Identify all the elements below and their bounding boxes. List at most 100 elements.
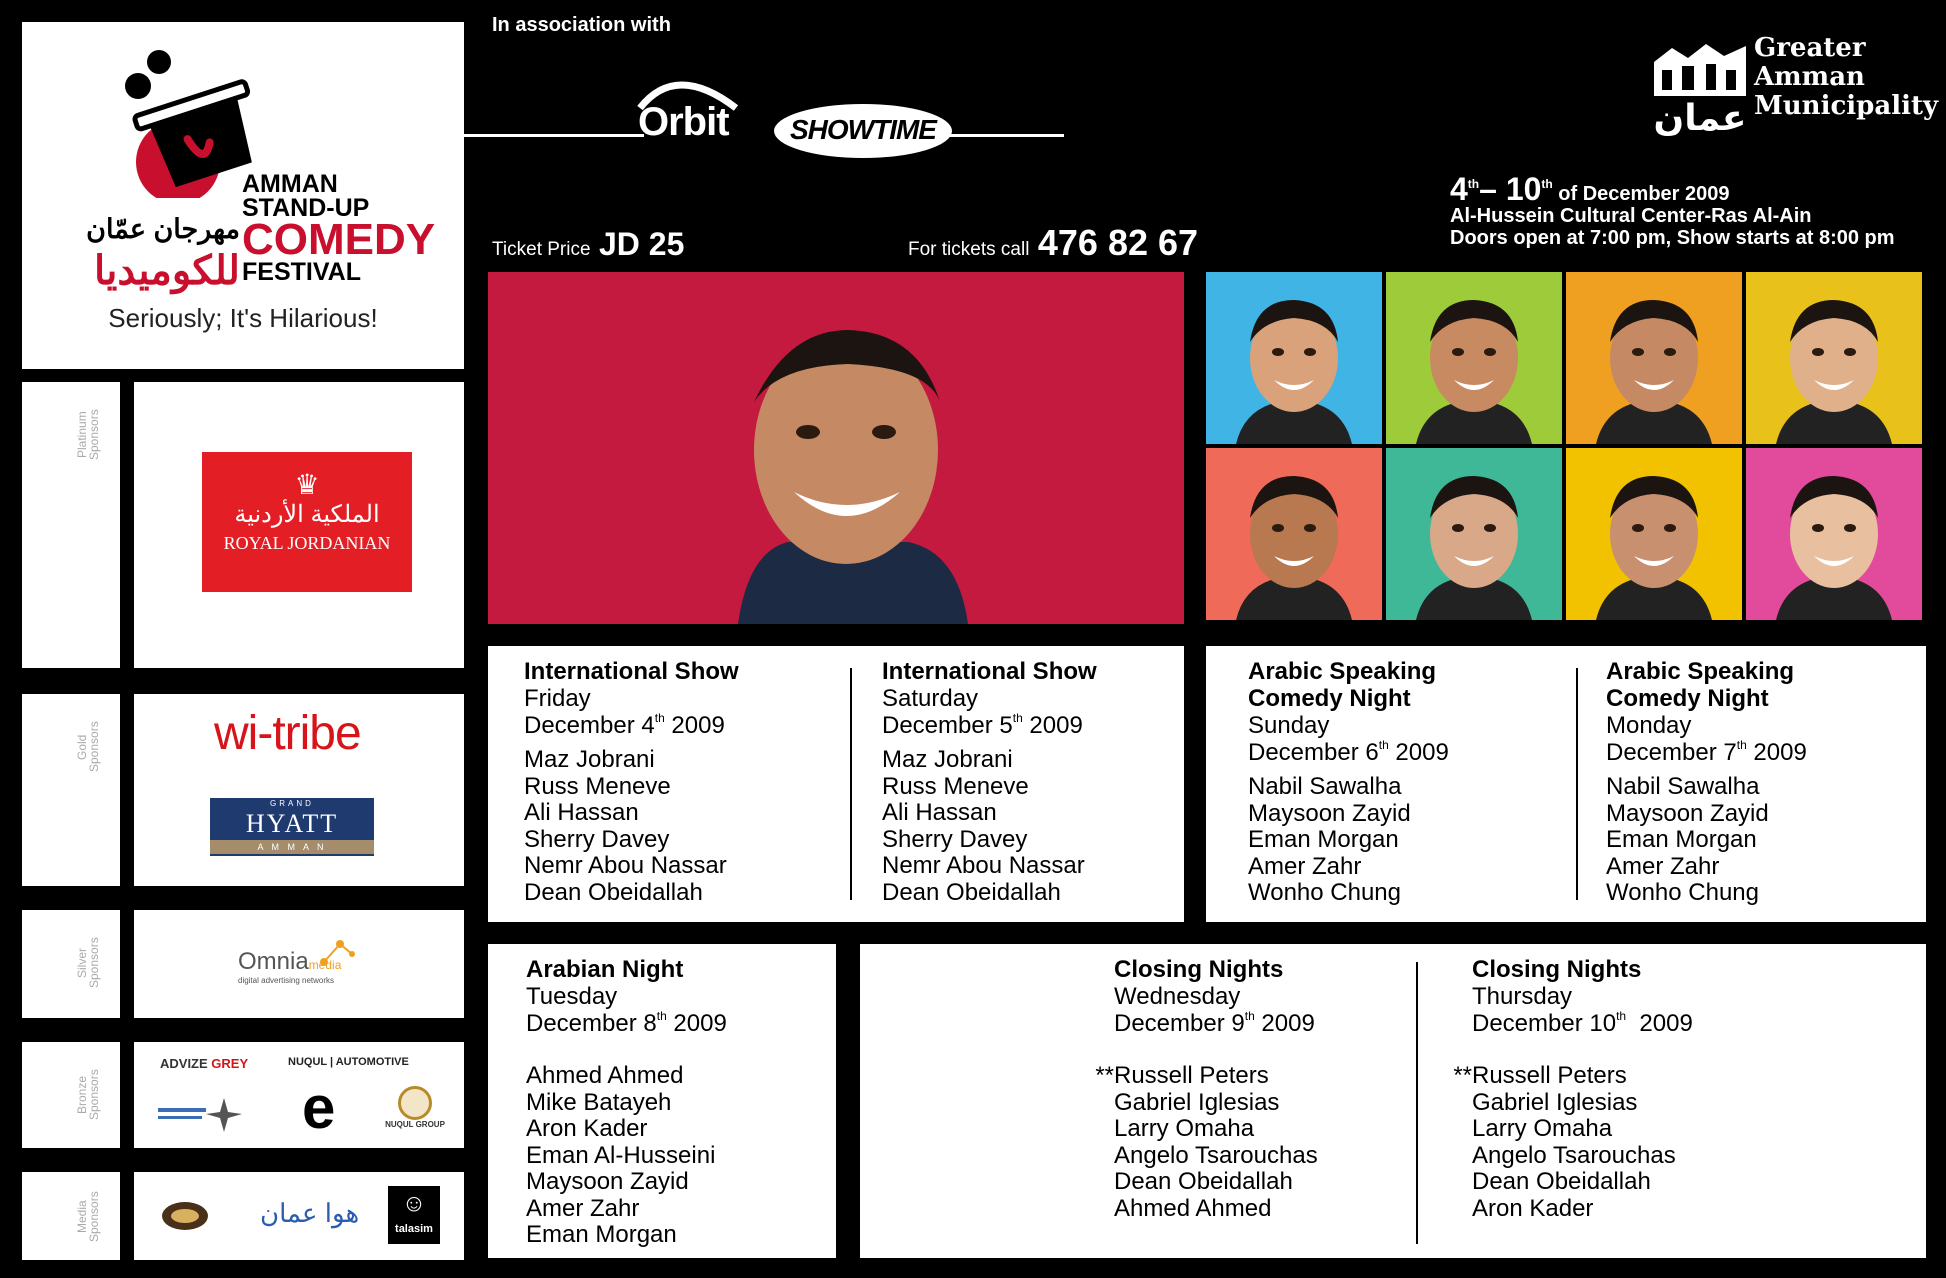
performer-list: Nabil Sawalha Maysoon Zayid Eman Morgan … (1606, 773, 1807, 907)
hyatt-logo: GRAND HYATT A M M A N (210, 798, 374, 856)
show-arabian-tuesday: Arabian Night Tuesday December 8th 2009 Ah… (526, 956, 727, 1249)
hero-comedian-photo (488, 272, 1184, 624)
performer-name: Eman Morgan (1606, 826, 1757, 853)
nuqul-automotive-logo: NUQUL | AUTOMOTIVE (288, 1056, 409, 1068)
performer-name: Dean Obeidallah (882, 878, 1061, 906)
performer-name: Maysoon Zayid (1606, 799, 1769, 827)
show-international-friday: International Show Friday December 4th 200… (524, 658, 739, 906)
performer-name: Nabil Sawalha (1606, 773, 1760, 800)
gold-sponsors-label: Gold Sponsors (75, 721, 101, 773)
event-date-rest: of December 2009 (1552, 183, 1730, 205)
silver-logo-box: Omniamedia digital advertising networks (134, 910, 464, 1018)
performer-list: Ahmed Ahmed Mike Batayeh Aron Kader Eman… (526, 1062, 727, 1249)
municipality-emblem-text: عمان (1654, 98, 1747, 138)
show-date: December 10th 2009 (1472, 1009, 1693, 1037)
bronze-sponsors-label: Bronze Sponsors (75, 1069, 101, 1121)
arabic-shows-box: Arabic Speaking Comedy Night Sunday Decembe… (1206, 646, 1926, 922)
performer-name: Gabriel Iglesias (1472, 1088, 1638, 1116)
performer-name: Eman Morgan (1248, 826, 1399, 853)
media-label-box: Media Sponsors (22, 1172, 120, 1260)
event-date-start-sup: th (1467, 177, 1480, 191)
comedian-portrait-image (1566, 272, 1742, 444)
show-day: Sunday (1248, 712, 1330, 739)
performer-name: Wonho Chung (1248, 879, 1401, 906)
performer-name: Ahmed Ahmed (526, 1062, 684, 1089)
performer-name: Larry Omaha (1114, 1115, 1255, 1142)
performer-name-headliner: **Russell Peters (1453, 1062, 1693, 1090)
royal-jordanian-arabic: الملكية الأردنية (234, 501, 380, 528)
closing-nights-box: Closing Nights Wednesday December 9th 2009… (860, 944, 1926, 1258)
advize-grey-logo: ADVIZE GREY (160, 1056, 248, 1071)
performer-name: Dean Obeidallah (1114, 1168, 1293, 1195)
show-date: December 7th 2009 (1606, 738, 1807, 766)
show-day: Monday (1606, 712, 1692, 739)
headliner-marker: ** (1453, 1062, 1472, 1089)
gold-logo-box: wi-tribe GRAND HYATT A M M A N (134, 694, 464, 886)
column-divider (1416, 962, 1418, 1244)
performer-name: Mike Batayeh (526, 1088, 672, 1116)
comedian-photo-grid (1206, 272, 1926, 624)
show-title: Closing Nights (1472, 956, 1642, 983)
ticket-phone-label: For tickets call (908, 239, 1030, 260)
ticket-price: Ticket Price JD 25 (492, 226, 684, 263)
hyatt-amman-text: A M M A N (210, 840, 374, 854)
show-date: December 8th 2009 (526, 1009, 727, 1037)
ticket-phone-number: 476 82 67 (1037, 222, 1199, 263)
hyatt-name-text: HYATT (245, 809, 339, 838)
performer-list: **Russell Peters Gabriel Iglesias Larry … (1095, 1062, 1317, 1222)
logo-title: AMMAN STAND-UP COMEDY FESTIVAL (242, 172, 435, 285)
nuqul-group-logo: NUQUL GROUP (380, 1086, 450, 1129)
show-date: December 9th 2009 (1114, 1009, 1315, 1037)
bronze-logo-box: ADVIZE GREY NUQUL | AUTOMOTIVE e NUQUL G… (134, 1042, 464, 1148)
column-divider (850, 668, 852, 900)
burst-logo-icon (158, 1098, 242, 1132)
performer-name: Maz Jobrani (524, 746, 655, 773)
ticket-phone: For tickets call 476 82 67 (908, 222, 1198, 264)
show-arabic-sunday: Arabic Speaking Comedy Night Sunday Decembe… (1248, 658, 1449, 907)
event-date-start: 4 (1450, 171, 1468, 207)
show-date: December 6th 2009 (1248, 738, 1449, 766)
performer-name: Aron Kader (1472, 1194, 1594, 1222)
performer-name: Ali Hassan (882, 799, 997, 826)
platinum-logo-box: ♛ الملكية الأردنية ROYAL JORDANIAN (134, 382, 464, 668)
arabian-night-box: Arabian Night Tuesday December 8th 2009 Ah… (488, 944, 836, 1258)
municipality-line-1: Greater (1754, 33, 1866, 63)
royal-jordanian-english: ROYAL JORDANIAN (223, 533, 391, 553)
bronze-label-box: Bronze Sponsors (22, 1042, 120, 1148)
logo-arabic-line-2: للكوميديا (94, 249, 240, 293)
show-date: December 4th 2009 (524, 711, 725, 739)
show-day: Thursday (1472, 983, 1573, 1010)
performer-name: Amer Zahr (526, 1194, 640, 1222)
show-closing-thursday: Closing Nights Thursday December 10th 2009… (1453, 956, 1693, 1222)
event-date-end-sup: th (1541, 177, 1553, 191)
show-title-line-1: Arabic Speaking (1606, 658, 1795, 685)
show-title: International Show (524, 658, 739, 685)
nuqul-group-emblem-icon (398, 1086, 432, 1120)
logo-arabic-line-1: مهرجان عمّان (86, 214, 240, 244)
royal-jordanian-logo: ♛ الملكية الأردنية ROYAL JORDANIAN (202, 452, 412, 592)
festival-logo-box: AMMAN STAND-UP COMEDY FESTIVAL مهرجان عم… (22, 22, 464, 369)
show-title: International Show (882, 658, 1097, 685)
performer-name: Eman Al-Husseini (526, 1141, 716, 1169)
show-title: Arabian Night (526, 956, 684, 983)
event-date-end: 10 (1505, 171, 1542, 207)
comedian-portrait-image (1746, 272, 1922, 444)
show-title-line-2: Comedy Night (1606, 685, 1769, 712)
performer-name: Ahmed Ahmed (1114, 1194, 1272, 1222)
comedian-portrait-image (1566, 448, 1742, 620)
column-divider (1576, 668, 1578, 900)
event-date-dash: – (1479, 171, 1506, 207)
headliner-marker: ** (1095, 1062, 1114, 1089)
performer-name: Dean Obeidallah (1472, 1168, 1651, 1195)
orbit-logo: Orbit (626, 68, 746, 148)
municipality-emblem-icon: عمان (1648, 36, 1752, 138)
performer-name: Nemr Abou Nassar (524, 852, 727, 879)
performer-list: Nabil Sawalha Maysoon Zayid Eman Morgan … (1248, 773, 1449, 907)
performer-name: Amer Zahr (1248, 852, 1362, 880)
performer-name: Wonho Chung (1606, 879, 1759, 906)
festival-poster: AMMAN STAND-UP COMEDY FESTIVAL مهرجان عم… (0, 0, 1946, 1278)
performer-name: Nabil Sawalha (1248, 773, 1402, 800)
performer-name: Larry Omaha (1472, 1115, 1613, 1142)
logo-tagline: Seriously; It's Hilarious! (108, 303, 378, 333)
show-day: Friday (524, 685, 591, 712)
